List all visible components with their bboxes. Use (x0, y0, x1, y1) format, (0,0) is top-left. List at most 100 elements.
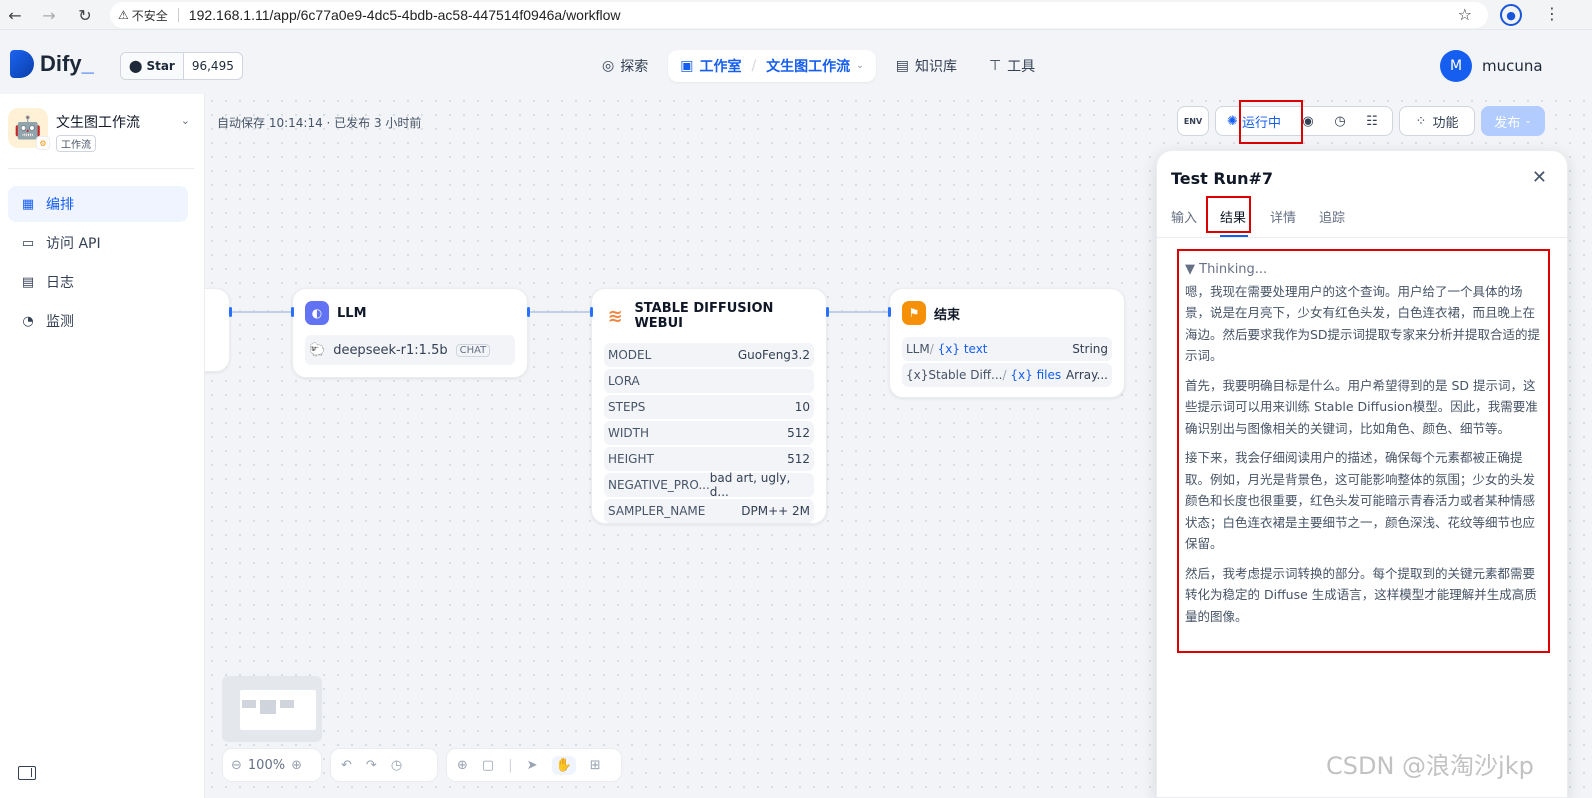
back-icon[interactable]: ← (4, 4, 26, 26)
github-star-label: Star (146, 59, 175, 73)
param-row: MODEL GuoFeng3.2 (604, 343, 814, 367)
add-note-icon[interactable]: ▢ (482, 758, 494, 773)
edge-sd-end (829, 311, 889, 313)
nav-tools[interactable]: ⊤ 工具 (977, 50, 1047, 82)
layout-organize-icon[interactable]: ⊞ (590, 758, 601, 773)
nav-studio[interactable]: ▣ 工作室 / 文生图工作流 ⌄ (668, 50, 876, 82)
forward-icon[interactable]: → (38, 4, 60, 26)
handle[interactable] (291, 307, 294, 317)
llm-mode-tag: CHAT (455, 343, 491, 357)
minimap-viewport (240, 690, 316, 730)
zoom-control: ⊖ 100% ⊕ (222, 748, 322, 782)
reload-icon[interactable]: ↻ (74, 4, 96, 26)
handle[interactable] (888, 307, 891, 317)
variable-icon: {x} (906, 368, 929, 382)
browser-toolbar: ← → ↻ ⚠ 不安全 192.168.1.11/app/6c77a0e9-4dc… (0, 0, 1592, 30)
end-node[interactable]: ⚑ 结束 LLM/ {x} text String {x}Stable Diff.… (889, 288, 1125, 398)
result-paragraph: 嗯，我现在需要处理用户的这个查询。用户给了一个具体的场景，说是在月亮下，少女有红… (1185, 283, 1541, 364)
sidebar-item-orchestrate[interactable]: ▦ 编排 (8, 186, 188, 222)
github-star-badge[interactable]: ⬤ Star 96,495 (120, 52, 243, 80)
panel-title: Test Run#7 (1171, 169, 1274, 188)
minimap-node (242, 700, 256, 708)
history-icon[interactable]: ◷ (1324, 114, 1356, 129)
features-button[interactable]: ⁘ 功能 (1399, 106, 1475, 136)
sidebar-item-logs[interactable]: ▤ 日志 (8, 264, 188, 300)
divider (1157, 237, 1567, 238)
start-node[interactable] (205, 288, 230, 372)
llm-model-row: 🐑 deepseek-r1:1.5b CHAT (305, 335, 515, 365)
divider (8, 168, 194, 169)
result-paragraph: 然后，我考虑提示词转换的部分。每个提取到的关键元素都需要转化为稳定的 Diffu… (1185, 565, 1537, 624)
sidebar-item-monitor[interactable]: ◔ 监测 (8, 303, 188, 339)
publish-button[interactable]: 发布 ⌄ (1481, 106, 1545, 136)
handle[interactable] (590, 307, 593, 317)
avatar: M (1440, 50, 1472, 82)
redo-icon[interactable]: ↷ (366, 758, 377, 773)
zoom-level[interactable]: 100% (248, 758, 285, 773)
collapse-sidebar-icon[interactable] (18, 766, 36, 780)
monitor-icon: ◔ (22, 313, 34, 329)
end-flag-icon: ⚑ (902, 301, 926, 325)
apps-icon: ⁘ (1415, 113, 1427, 129)
minimap-node (260, 700, 276, 714)
browser-menu-icon[interactable]: ⋮ (1544, 4, 1560, 23)
divider: | (508, 757, 513, 773)
test-run-panel: Test Run#7 ✕ 输入 结果 详情 追踪 ▼ Thinking... 嗯… (1156, 150, 1568, 798)
user-menu[interactable]: M mucuna (1440, 50, 1543, 82)
sidebar-item-api[interactable]: ▭ 访问 API (8, 225, 188, 261)
bookmark-star-icon[interactable]: ☆ (1458, 5, 1472, 24)
edge-llm-sd (530, 311, 591, 313)
param-row: HEIGHT 512 (604, 447, 814, 471)
tab-input[interactable]: 输入 (1171, 207, 1197, 226)
app-type-tag: 工作流 (56, 135, 96, 152)
result-paragraph: 接下来，我会仔细阅读用户的描述，确保每个元素都被正确提取。例如，月光是背景色，这… (1185, 450, 1536, 551)
tool-icon: ⊤ (988, 58, 1002, 74)
workflow-toolbar: ENV ✺ 运行中 ◉ ◷ ☷ ⁘ 功能 发布 ⌄ (1177, 106, 1545, 136)
handle[interactable] (229, 307, 232, 317)
layout-icon: ▦ (21, 196, 35, 212)
hand-icon[interactable]: ✋ (551, 755, 576, 775)
undo-icon[interactable]: ↶ (341, 758, 352, 773)
terminal-icon: ▭ (21, 235, 35, 251)
param-row: LORA (604, 369, 814, 393)
close-icon[interactable]: ✕ (1532, 167, 1547, 188)
url-text: 192.168.1.11/app/6c77a0e9-4dc5-4bdb-ac58… (188, 7, 621, 23)
divider (177, 8, 179, 22)
address-bar[interactable]: ⚠ 不安全 192.168.1.11/app/6c77a0e9-4dc5-4bdb… (110, 2, 1488, 28)
tab-detail[interactable]: 详情 (1270, 207, 1296, 226)
nav-explore[interactable]: ◎ 探索 (590, 50, 660, 82)
highlight-box (1206, 196, 1251, 233)
history-control: ↶ ↷ ◷ (330, 748, 438, 782)
minimap-node (280, 700, 294, 708)
profile-icon[interactable]: ● (1500, 4, 1522, 26)
llm-node[interactable]: ◐ LLM 🐑 deepseek-r1:1.5b CHAT (292, 288, 528, 378)
app-sidebar: 🤖 ⚙ 文生图工作流 工作流 ⌄ ▦ 编排 ▭ 访问 API ▤ 日志 ◔ 监测 (0, 94, 205, 798)
autosave-status: 自动保存 10:14:14 · 已发布 3 小时前 (217, 116, 422, 130)
app-header: Dify_ ⬤ Star 96,495 ◎ 探索 ▣ 工作室 / 文生图工作流 ⌄ ▤ 知识库… (0, 30, 1592, 94)
tab-trace[interactable]: 追踪 (1319, 207, 1345, 226)
add-node-icon[interactable]: ⊕ (457, 758, 468, 773)
pointer-icon[interactable]: ➤ (527, 758, 538, 773)
result-paragraph: 首先，我要明确目标是什么。用户希望得到的是 SD 提示词，这些提示词可以用来训练… (1185, 377, 1538, 436)
thinking-toggle[interactable]: ▼ Thinking... (1185, 259, 1542, 281)
zoom-out-icon[interactable]: ⊖ (231, 758, 242, 773)
zoom-in-icon[interactable]: ⊕ (291, 758, 302, 773)
result-output: ▼ Thinking... 嗯，我现在需要处理用户的这个查询。用户给了一个具体的… (1177, 249, 1550, 653)
robot-icon: ▣ (680, 58, 694, 74)
minimap[interactable] (222, 676, 322, 742)
env-button[interactable]: ENV (1177, 106, 1209, 136)
variable-icon: {x} (1010, 368, 1033, 382)
checklist-icon[interactable]: ☷ (1356, 114, 1388, 129)
chevron-down-icon[interactable]: ⌄ (181, 114, 190, 127)
app-name: 文生图工作流 (56, 115, 140, 131)
app-card[interactable]: 🤖 ⚙ 文生图工作流 工作流 ⌄ (8, 108, 194, 156)
version-history-icon[interactable]: ◷ (391, 758, 402, 773)
chevron-down-icon: ⌄ (1524, 116, 1532, 126)
dify-logo[interactable]: Dify_ (10, 50, 94, 78)
nav-knowledge[interactable]: ▤ 知识库 (884, 50, 969, 82)
sd-webui-node[interactable]: ≋ STABLE DIFFUSION WEBUI MODEL GuoFeng3.2 … (591, 288, 827, 524)
llm-icon: ◐ (305, 301, 329, 325)
watermark: CSDN @浪淘沙jkp (1326, 752, 1534, 780)
insecure-indicator[interactable]: ⚠ 不安全 (118, 7, 168, 24)
current-app-selector[interactable]: 文生图工作流 (766, 56, 850, 76)
